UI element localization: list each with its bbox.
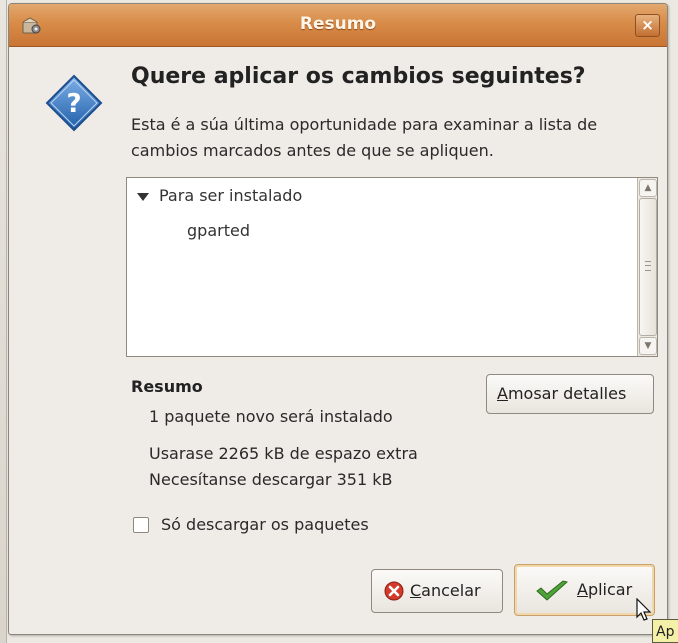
mouse-pointer-icon: [636, 598, 652, 621]
summary-line-disk-space: Usarase 2265 kB de espazo extra: [149, 444, 418, 463]
titlebar[interactable]: Resumo ×: [9, 4, 667, 47]
scroll-up-arrow-icon[interactable]: ▲: [639, 179, 657, 197]
question-icon: ?: [45, 74, 103, 132]
window-title: Resumo: [299, 14, 377, 34]
show-details-button[interactable]: Amosar detalles: [486, 374, 654, 414]
dialog-heading: Quere aplicar os cambios seguintes?: [131, 64, 586, 89]
scrollbar-thumb[interactable]: [639, 198, 657, 336]
grip-icon: [645, 261, 651, 271]
list-item[interactable]: gparted: [187, 221, 250, 240]
tree-group-label: Para ser instalado: [159, 186, 303, 205]
summary-dialog: Resumo × ? Quere aplicar os cambios segu…: [8, 3, 668, 635]
download-only-label[interactable]: Só descargar os paquetes: [161, 515, 369, 534]
summary-line-download-size: Necesítanse descargar 351 kB: [149, 470, 393, 489]
tree-group-row[interactable]: Para ser instalado: [137, 186, 302, 205]
background-window-edge: [0, 0, 7, 643]
mnemonic-char: C: [410, 581, 422, 600]
tooltip: Ap: [652, 619, 678, 643]
cancel-button[interactable]: Cancelar: [371, 569, 503, 613]
svg-text:?: ?: [66, 89, 81, 119]
summary-line-install-count: 1 paquete novo será instalado: [149, 407, 393, 426]
apply-button[interactable]: Aplicar: [514, 564, 655, 616]
expander-arrow-icon[interactable]: [137, 192, 149, 201]
apply-button-label: plicar: [587, 580, 633, 599]
close-button[interactable]: ×: [635, 14, 660, 37]
cancel-icon: [384, 581, 404, 601]
download-only-checkbox[interactable]: [133, 517, 149, 533]
changes-list[interactable]: Para ser instalado gparted ▲ ▼: [126, 177, 658, 357]
cancel-button-label: ancelar: [421, 581, 481, 600]
dialog-description: Esta é a súa última oportunidade para ex…: [131, 115, 598, 160]
vertical-scrollbar[interactable]: ▲ ▼: [637, 178, 657, 356]
mnemonic-char: A: [577, 580, 588, 599]
checkmark-icon: [536, 580, 569, 601]
summary-heading: Resumo: [131, 377, 203, 396]
mnemonic-char: A: [497, 384, 508, 403]
scroll-down-arrow-icon[interactable]: ▼: [639, 337, 657, 355]
details-button-label: mosar detalles: [507, 384, 627, 403]
